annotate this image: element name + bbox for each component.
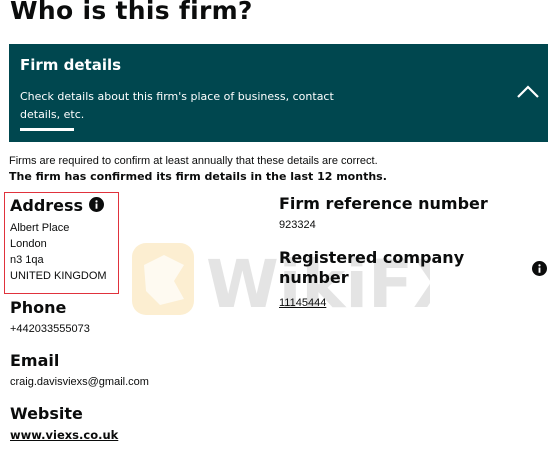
email-heading: Email: [10, 351, 60, 370]
website-heading: Website: [10, 404, 83, 423]
firm-reference-value: 923324: [279, 219, 316, 231]
panel-active-underline: [20, 128, 74, 131]
panel-description: Check details about this firm's place of…: [20, 90, 334, 121]
info-icon[interactable]: [532, 261, 547, 276]
address-line-2: London: [10, 238, 47, 250]
info-icon[interactable]: [89, 197, 104, 212]
panel-title: Firm details: [20, 56, 122, 74]
address-line-3: n3 1qa: [10, 254, 44, 266]
address-line-1: Albert Place: [10, 222, 70, 234]
email-value: craig.davisviexs@gmail.com: [10, 376, 149, 388]
chevron-up-icon[interactable]: [516, 84, 540, 100]
address-line-4: UNITED KINGDOM: [10, 270, 107, 282]
company-number-heading: Registered company number: [279, 248, 465, 287]
website-link[interactable]: www.viexs.co.uk: [10, 427, 118, 443]
phone-value: +442033555073: [10, 323, 90, 335]
page-title: Who is this firm?: [10, 0, 253, 25]
phone-heading: Phone: [10, 298, 67, 317]
firm-details-panel[interactable]: Firm details Check details about this fi…: [9, 44, 548, 142]
address-heading: Address: [10, 196, 84, 215]
confirmation-status: The firm has confirmed its firm details …: [9, 170, 387, 183]
company-number-link[interactable]: 11145444: [279, 295, 326, 311]
firm-reference-heading: Firm reference number: [279, 194, 488, 213]
confirmation-note: Firms are required to confirm at least a…: [9, 155, 378, 167]
